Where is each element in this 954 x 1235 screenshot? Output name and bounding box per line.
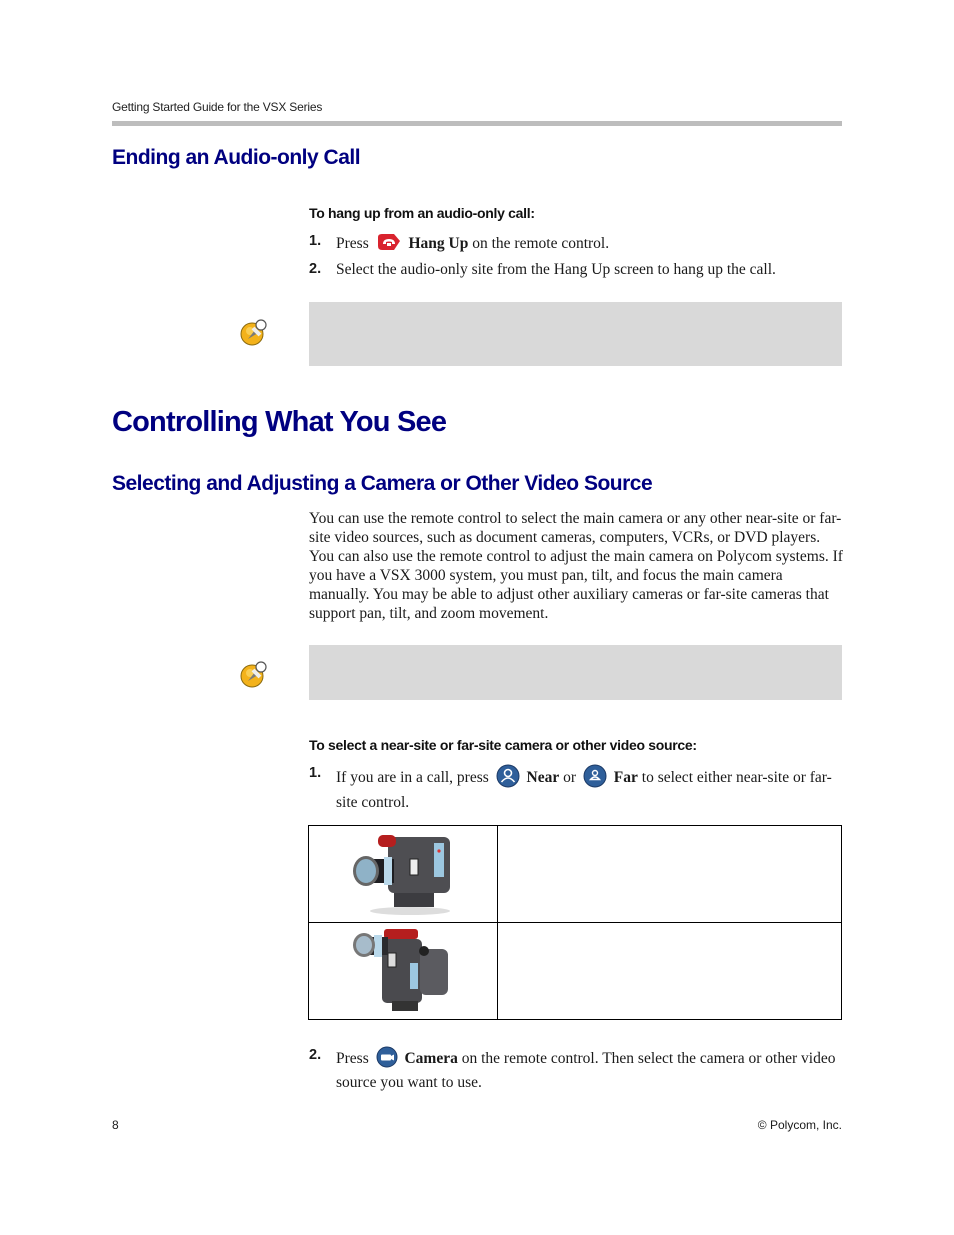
step-number: 1. [309, 233, 322, 249]
step-hang-up-1: 1. Press Hang Up on the remote control. [309, 232, 849, 257]
hang-up-icon [376, 232, 402, 257]
step-text: If you are in a call, press [336, 769, 489, 787]
step-text: on the remote control. [472, 235, 610, 253]
near-icon [496, 764, 520, 793]
header-rule [112, 121, 842, 126]
intro-paragraph: You can use the remote control to select… [309, 510, 843, 622]
chapter-heading: Controlling What You See [112, 406, 447, 438]
camera-table [308, 825, 842, 1020]
table-row [308, 825, 842, 923]
section-heading-ending-call: Ending an Audio-only Call [112, 146, 361, 169]
camera-description-cell [497, 825, 842, 923]
near-label: Near [526, 769, 560, 787]
page-number: 8 [112, 1118, 119, 1132]
step-text: Select the audio-only site from the Hang… [336, 261, 776, 278]
far-camera-icon [348, 928, 458, 1017]
table-row [308, 922, 842, 1020]
copyright: © Polycom, Inc. [757, 1118, 842, 1132]
step-text: Press [336, 235, 369, 253]
procedure-title-select-source: To select a near-site or far-site camera… [309, 737, 697, 753]
procedure-title-hang-up: To hang up from an audio-only call: [309, 205, 535, 221]
step-select-source-1: 1. If you are in a call, press Near or F… [309, 764, 849, 812]
far-icon [583, 764, 607, 793]
near-camera-icon [348, 834, 458, 919]
note-pin-icon [239, 659, 269, 689]
step-hang-up-2: 2. Select the audio-only site from the H… [309, 260, 849, 279]
note-box [309, 302, 842, 366]
camera-image-cell [308, 825, 498, 923]
step-select-source-2: 2. Press Camera on the remote control. T… [309, 1046, 849, 1092]
step-number: 1. [309, 765, 322, 781]
note-box [309, 645, 842, 700]
camera-label: Camera [404, 1050, 458, 1068]
section-heading-selecting-camera: Selecting and Adjusting a Camera or Othe… [112, 472, 653, 495]
step-number: 2. [309, 1047, 322, 1063]
camera-image-cell [308, 922, 498, 1020]
note-pin-icon [239, 317, 269, 347]
hang-up-label: Hang Up [408, 235, 469, 253]
running-header: Getting Started Guide for the VSX Series [112, 100, 323, 114]
step-text: or [563, 769, 577, 787]
camera-description-cell [497, 922, 842, 1020]
camera-button-icon [376, 1046, 398, 1073]
step-text: Press [336, 1050, 369, 1068]
far-label: Far [613, 769, 638, 787]
step-number: 2. [309, 261, 322, 277]
